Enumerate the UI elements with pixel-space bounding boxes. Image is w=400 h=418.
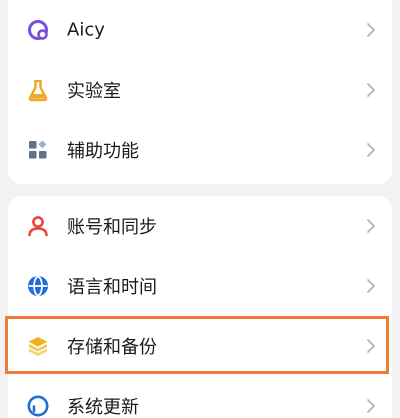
flask-icon: [25, 77, 51, 103]
update-icon: [25, 393, 51, 418]
settings-item-language-time[interactable]: 语言和时间: [8, 256, 392, 316]
settings-item-accessibility[interactable]: 辅助功能: [8, 120, 392, 180]
settings-group-system: 账号和同步 语言和时间 存储和备份 系统更新: [8, 196, 392, 418]
settings-item-label: 存储和备份: [67, 337, 157, 358]
settings-group-general: Aicy 实验室 辅助功能: [8, 0, 392, 184]
chevron-right-icon: [367, 339, 375, 353]
settings-item-lab[interactable]: 实验室: [8, 60, 392, 120]
user-icon: [25, 213, 51, 239]
chevron-right-icon: [367, 279, 375, 293]
settings-item-aicy[interactable]: Aicy: [8, 0, 392, 60]
settings-item-account-sync[interactable]: 账号和同步: [8, 196, 392, 256]
settings-item-label: 辅助功能: [67, 141, 139, 162]
chevron-right-icon: [367, 23, 375, 37]
settings-item-system-update[interactable]: 系统更新: [8, 376, 392, 418]
settings-item-label: Aicy: [67, 19, 105, 41]
aicy-icon: [25, 17, 51, 43]
globe-icon: [25, 273, 51, 299]
settings-screen: Aicy 实验室 辅助功能 账号和同步 语言和时间 存储和备份 系统更新: [0, 0, 400, 418]
settings-item-label: 实验室: [67, 81, 121, 102]
chevron-right-icon: [367, 219, 375, 233]
settings-item-label: 系统更新: [67, 397, 139, 418]
settings-item-storage-backup[interactable]: 存储和备份: [8, 316, 392, 376]
settings-item-label: 账号和同步: [67, 217, 157, 238]
chevron-right-icon: [367, 83, 375, 97]
accessibility-grid-icon: [25, 137, 51, 163]
chevron-right-icon: [367, 399, 375, 413]
chevron-right-icon: [367, 143, 375, 157]
settings-item-label: 语言和时间: [67, 277, 157, 298]
layers-icon: [25, 333, 51, 359]
